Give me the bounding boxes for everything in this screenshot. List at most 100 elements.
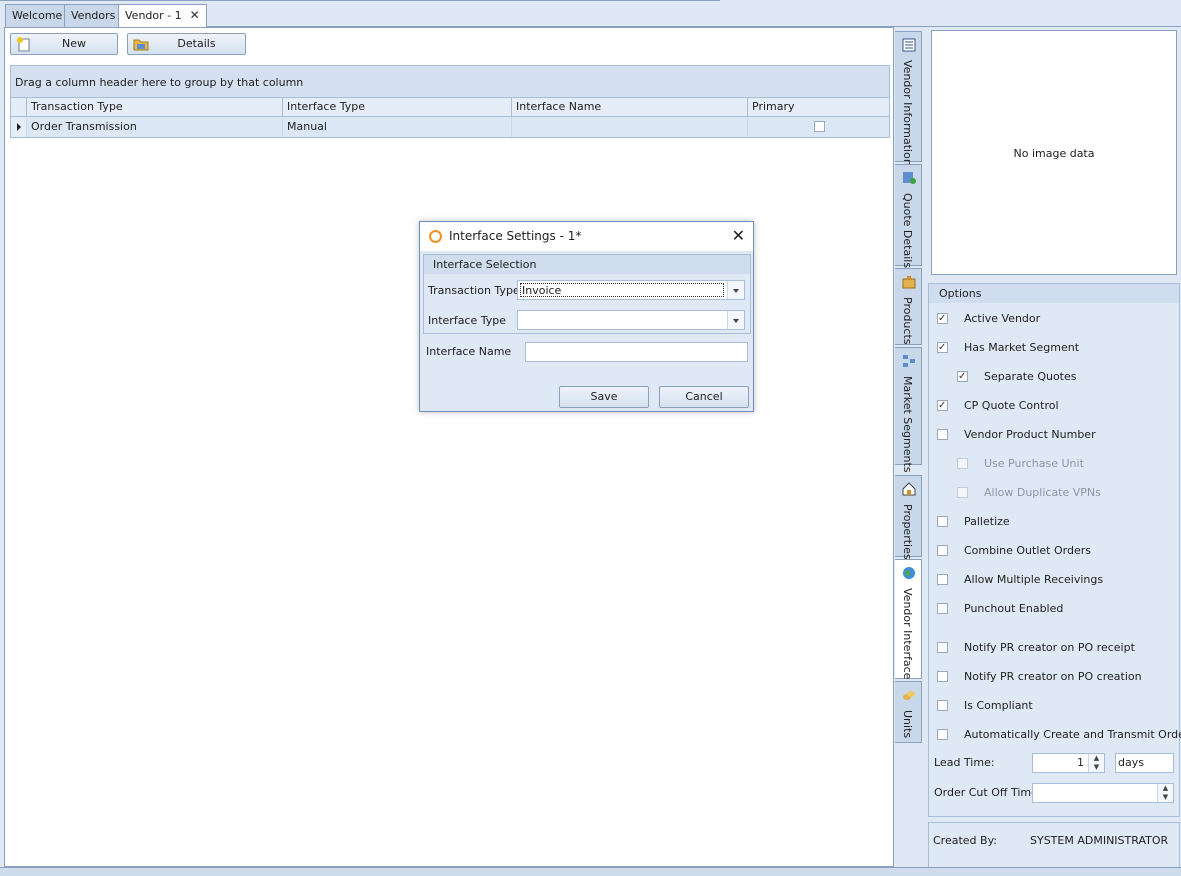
option-label: Separate Quotes [984,370,1077,383]
allow-duplicate-vpns-checkbox [957,487,968,498]
interface-settings-dialog: Interface Settings - 1* ✕ Interface Sele… [419,221,754,412]
side-tab-strip: Vendor Information Quote Details Product… [895,27,923,867]
cutoff-time-spinner[interactable]: ▲ ▼ [1032,783,1174,803]
vendor-image-box[interactable]: No image data [931,30,1177,275]
quote-details-icon [903,172,916,184]
cp-quote-control-checkbox[interactable] [937,398,948,414]
new-document-icon [17,37,30,52]
option-label: Palletize [964,515,1010,528]
chevron-down-icon[interactable] [727,311,744,329]
products-icon [902,276,916,289]
dialog-title: Interface Settings - 1* [449,229,582,243]
side-tab-label: Products [901,297,914,345]
side-tab-label: Vendor Interface [901,588,914,680]
side-tab-vendor-interface[interactable]: Vendor Interface [895,559,922,679]
interface-type-combo[interactable] [517,310,745,330]
tab-welcome-label: Welcome [12,9,63,22]
lead-time-unit: days [1118,756,1144,769]
table-row[interactable]: Order Transmission Manual [10,117,890,138]
notify-pr-creation-checkbox[interactable] [937,671,948,682]
palletize-checkbox[interactable] [937,516,948,527]
option-label: Allow Multiple Receivings [964,573,1104,586]
allow-multiple-receivings-checkbox[interactable] [937,574,948,585]
column-header-transaction-type[interactable]: Transaction Type [26,98,282,116]
tab-vendor-1[interactable]: Vendor - 1 ✕ [118,4,207,28]
lead-time-label: Lead Time: [934,756,995,769]
main-panel: New Details Drag a column header here to… [4,27,894,867]
close-tab-icon[interactable]: ✕ [190,8,200,22]
spin-arrows-icon[interactable]: ▲ ▼ [1157,784,1173,802]
primary-checkbox[interactable] [814,121,825,132]
app-circle-icon [429,230,442,243]
tab-welcome[interactable]: Welcome [5,4,70,27]
cancel-button[interactable]: Cancel [659,386,749,408]
created-by-value: SYSTEM ADMINISTRATOR [1030,834,1169,847]
is-compliant-checkbox[interactable] [937,700,948,711]
option-label: Is Compliant [964,699,1033,712]
cell-transaction-type[interactable]: Order Transmission [26,117,282,137]
no-image-message: No image data [1013,147,1095,160]
bottom-scrollbar[interactable] [0,867,1181,876]
use-purchase-unit-checkbox [957,458,968,469]
created-by-label: Created By: [933,834,997,847]
tab-vendor-1-label: Vendor - 1 [125,9,182,22]
option-label: Has Market Segment [964,341,1080,354]
top-divider [0,0,720,1]
transaction-type-combo[interactable]: Invoice [517,280,745,300]
interface-name-label: Interface Name [426,345,512,358]
dialog-close-icon[interactable]: ✕ [732,226,745,246]
side-tab-quote-details[interactable]: Quote Details [895,164,922,268]
has-market-segment-checkbox[interactable] [937,340,948,356]
lead-time-unit-field[interactable]: days [1115,753,1174,773]
notify-pr-receipt-checkbox[interactable] [937,642,948,653]
side-tab-label: Properties [901,504,914,560]
side-tab-units[interactable]: Units [895,681,922,743]
side-tab-properties[interactable]: Properties [895,475,922,560]
transaction-type-label: Transaction Type [428,284,520,297]
lead-time-value: 1 [1077,756,1084,769]
auto-create-transmit-checkbox[interactable] [937,729,948,740]
column-header-interface-type[interactable]: Interface Type [282,98,511,116]
options-panel: Options Active Vendor Has Market Segment… [928,283,1181,817]
separate-quotes-checkbox[interactable] [957,369,968,385]
vendor-product-number-checkbox[interactable] [937,429,948,440]
document-tab-strip: Welcome Vendors Vendor - 1 ✕ [0,0,1181,28]
side-tab-label: Vendor Information [901,60,914,166]
chevron-down-icon[interactable] [727,281,744,299]
combine-outlet-orders-checkbox[interactable] [937,545,948,556]
cell-primary[interactable] [747,117,889,137]
punchout-enabled-checkbox[interactable] [937,603,948,614]
save-button-label: Save [590,390,618,403]
new-button[interactable]: New [10,33,118,55]
cell-interface-name[interactable] [511,117,747,137]
side-tab-products[interactable]: Products [895,268,922,345]
side-tab-vendor-information[interactable]: Vendor Information [895,31,922,166]
transaction-type-value: Invoice [520,283,724,297]
cell-interface-type[interactable]: Manual [282,117,511,137]
tab-vendors[interactable]: Vendors [64,4,123,27]
details-button[interactable]: Details [127,33,246,55]
market-segments-icon [903,355,915,367]
group-by-panel[interactable]: Drag a column header here to group by th… [10,65,890,98]
option-label: Vendor Product Number [964,428,1096,441]
side-tab-market-segments[interactable]: Market Segments [895,347,922,473]
folder-icon [133,39,149,51]
option-label: Combine Outlet Orders [964,544,1091,557]
options-title: Options [929,284,1179,303]
dialog-titlebar: Interface Settings - 1* ✕ [420,222,753,251]
row-indicator-icon [11,117,26,137]
option-label: CP Quote Control [964,399,1059,412]
details-button-label: Details [177,37,216,50]
column-header-primary[interactable]: Primary [747,98,889,116]
option-label: Active Vendor [964,312,1041,325]
interface-selection-title: Interface Selection [424,255,750,274]
units-icon [903,691,915,700]
spin-arrows-icon[interactable]: ▲ ▼ [1088,754,1104,772]
vendor-info-icon [902,38,916,52]
grid-header: Transaction Type Interface Type Interfac… [10,98,890,117]
interface-name-input[interactable] [525,342,748,362]
active-vendor-checkbox[interactable] [937,311,948,327]
column-header-interface-name[interactable]: Interface Name [511,98,747,116]
lead-time-spinner[interactable]: 1 ▲ ▼ [1032,753,1105,773]
save-button[interactable]: Save [559,386,649,408]
